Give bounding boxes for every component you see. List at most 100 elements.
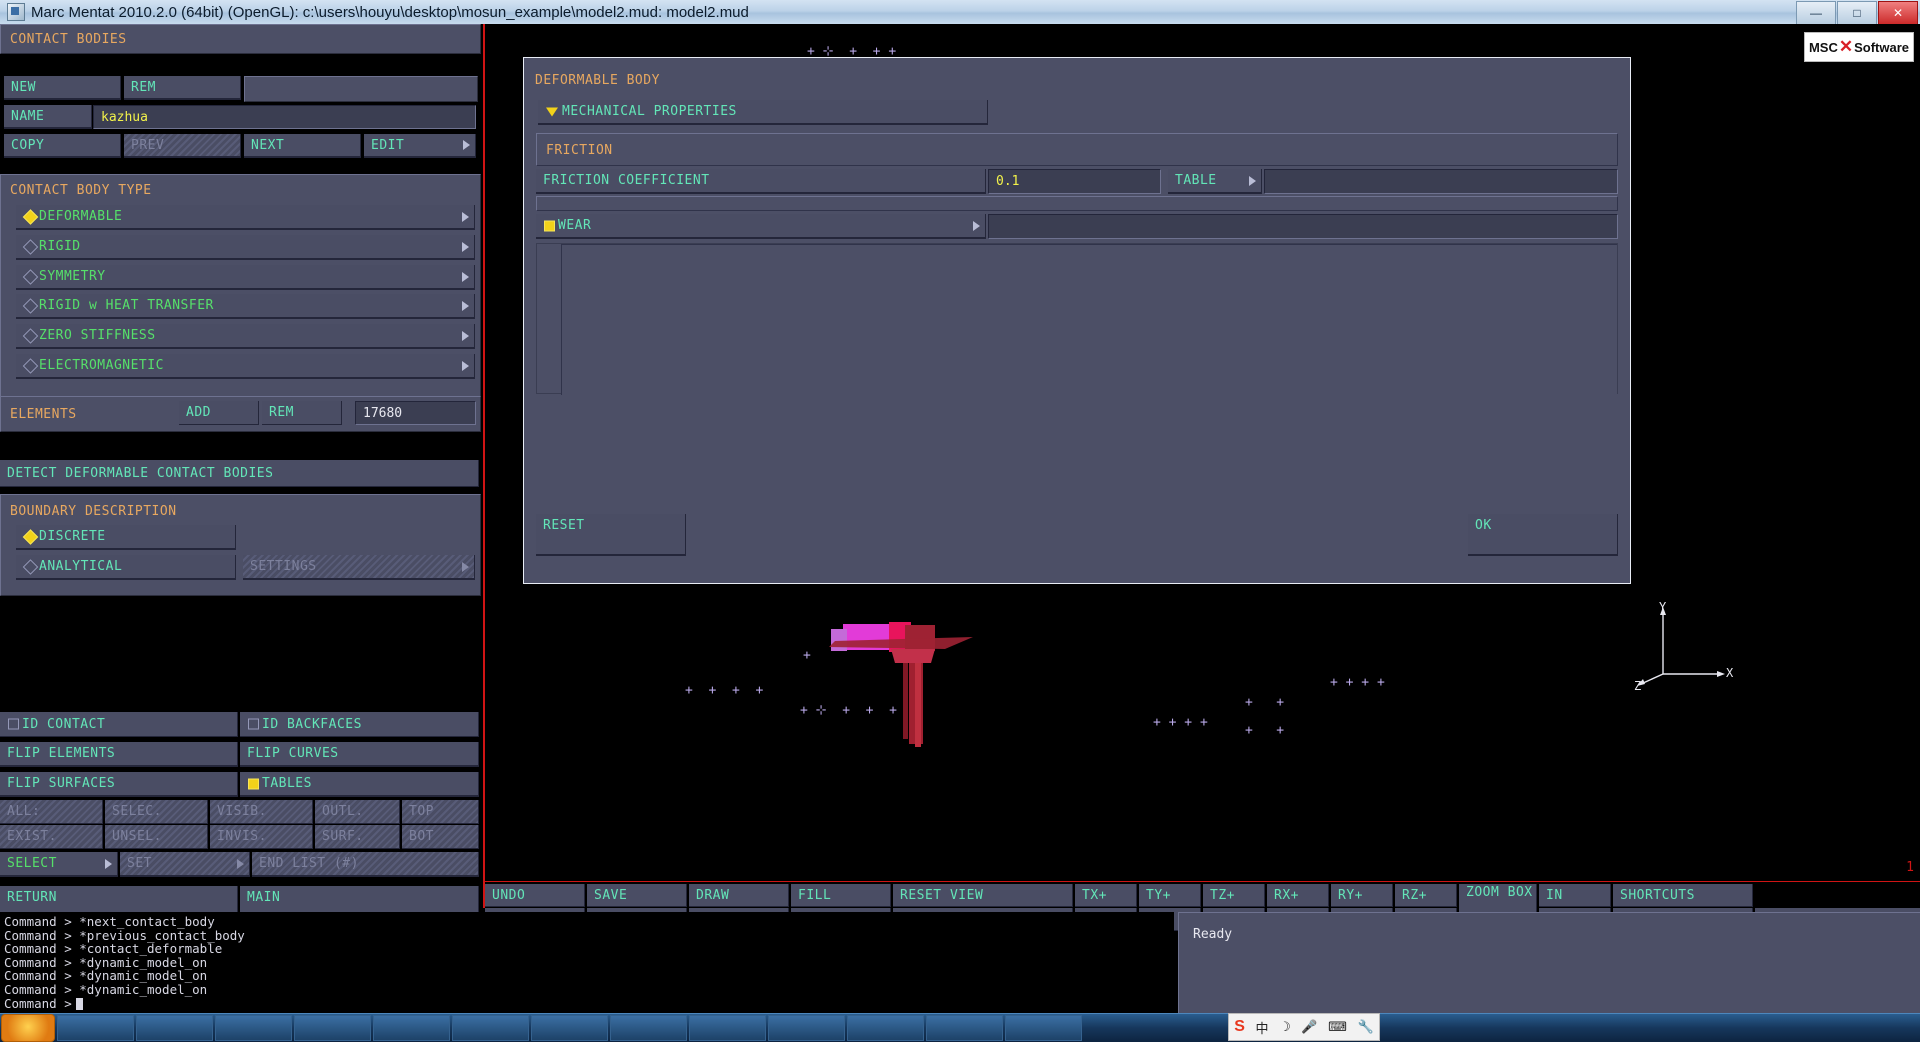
friction-coefficient-button[interactable]: FRICTION COEFFICIENT	[536, 169, 986, 194]
tables-toggle[interactable]: TABLES	[240, 772, 479, 797]
elements-count: 17680	[355, 401, 476, 425]
tables-label: TABLES	[262, 776, 312, 791]
toolbar-tz-plus-button[interactable]: TZ+	[1203, 884, 1265, 907]
ime-moon-icon[interactable]: ☽	[1279, 1019, 1291, 1035]
taskbar-item[interactable]	[294, 1015, 371, 1041]
toolbar-tx-plus-button[interactable]: TX+	[1075, 884, 1137, 907]
new-button[interactable]: NEW	[4, 76, 121, 100]
radio-deformable[interactable]: DEFORMABLE	[16, 205, 475, 230]
toolbar-ty-plus-button[interactable]: TY+	[1139, 884, 1201, 907]
radio-rigid[interactable]: RIGID	[16, 235, 475, 260]
wear-toggle[interactable]: WEAR	[536, 214, 986, 239]
radio-analytical[interactable]: ANALYTICAL	[16, 555, 236, 580]
toolbar-save-button[interactable]: SAVE	[587, 884, 687, 907]
close-button[interactable]: ✕	[1878, 1, 1918, 25]
elements-rem-button[interactable]: REM	[262, 401, 342, 425]
wear-value-input[interactable]	[988, 214, 1618, 239]
console-line: Command > *dynamic_model_on	[4, 968, 208, 984]
app-icon	[7, 3, 25, 21]
toolbar-rz-plus-button[interactable]: RZ+	[1395, 884, 1457, 907]
minimize-button[interactable]: —	[1796, 1, 1836, 25]
radio-diamond-icon	[22, 297, 39, 314]
flip-elements-button[interactable]: FLIP ELEMENTS	[0, 742, 238, 767]
toolbar-draw-button[interactable]: DRAW	[689, 884, 789, 907]
sogou-icon[interactable]: S	[1234, 1018, 1245, 1036]
ime-mic-icon[interactable]: 🎤	[1301, 1019, 1317, 1035]
taskbar-item[interactable]	[452, 1015, 529, 1041]
radio-zero-stiffness[interactable]: ZERO STIFFNESS	[16, 324, 475, 349]
radio-rigid-heat-transfer[interactable]: RIGID w HEAT TRANSFER	[16, 294, 475, 319]
chevron-right-icon	[462, 211, 469, 222]
grid-all-button: ALL:	[0, 800, 103, 824]
radio-electromagnetic[interactable]: ELECTROMAGNETIC	[16, 354, 475, 379]
taskbar-item[interactable]	[373, 1015, 450, 1041]
axis-x-label: X	[1726, 666, 1734, 680]
radio-rigid-label: RIGID	[39, 239, 81, 254]
window-titlebar[interactable]: Marc Mentat 2010.2.0 (64bit) (OpenGL): c…	[0, 0, 1920, 25]
toolbar-in-button[interactable]: IN	[1539, 884, 1611, 907]
table-button[interactable]: TABLE	[1168, 169, 1262, 194]
id-backfaces-label: ID BACKFACES	[262, 716, 362, 732]
radio-symmetry[interactable]: SYMMETRY	[16, 265, 475, 290]
edit-button[interactable]: EDIT	[364, 134, 476, 158]
grid-outl-button: OUTL.	[315, 800, 400, 824]
toolbar-fill-button[interactable]: FILL	[791, 884, 891, 907]
console-line: Command > *previous_contact_body	[4, 927, 245, 943]
id-contact-toggle[interactable]: ID CONTACT	[0, 712, 238, 737]
ok-button[interactable]: OK	[1468, 514, 1618, 556]
model-viewport[interactable]: MSC ✕ Software + ⊹ + + + + + + + + ⊹ + +…	[485, 24, 1920, 879]
rem-button[interactable]: REM	[124, 76, 241, 100]
grid-exist-button: EXIST.	[0, 825, 103, 849]
select-button[interactable]: SELECT	[0, 852, 118, 877]
taskbar-item[interactable]	[215, 1015, 292, 1041]
taskbar-item[interactable]	[610, 1015, 687, 1041]
radio-deformable-label: DEFORMABLE	[39, 209, 123, 224]
model-geometry	[829, 622, 973, 747]
radio-diamond-icon	[22, 327, 39, 344]
taskbar-item[interactable]	[689, 1015, 766, 1041]
radio-electromagnetic-label: ELECTROMAGNETIC	[39, 358, 164, 373]
properties-inner-panel	[561, 244, 1617, 395]
dialog-title: DEFORMABLE BODY	[535, 73, 660, 88]
friction-coefficient-input[interactable]: 0.1	[988, 169, 1161, 194]
taskbar-item[interactable]	[847, 1015, 924, 1041]
copy-button[interactable]: COPY	[4, 134, 121, 158]
next-button[interactable]: NEXT	[244, 134, 361, 158]
taskbar-item[interactable]	[926, 1015, 1003, 1041]
maximize-button[interactable]: □	[1837, 1, 1877, 25]
toolbar-rx-plus-button[interactable]: RX+	[1267, 884, 1329, 907]
detect-deformable-contact-bodies-button[interactable]: DETECT DEFORMABLE CONTACT BODIES	[0, 460, 479, 487]
radio-diamond-icon	[22, 558, 39, 575]
ime-tools-icon[interactable]: 🔧	[1357, 1019, 1373, 1035]
chevron-right-icon	[1249, 175, 1256, 186]
contact-bodies-header: CONTACT BODIES	[10, 32, 127, 47]
axis-triad-icon	[1637, 607, 1725, 686]
toolbar-reset-view-button[interactable]: RESET VIEW	[893, 884, 1073, 907]
radio-zero-stiffness-label: ZERO STIFFNESS	[39, 328, 156, 343]
elements-add-button[interactable]: ADD	[179, 401, 259, 425]
radio-discrete[interactable]: DISCRETE	[16, 525, 236, 550]
name-input[interactable]: kazhua	[93, 105, 476, 129]
reset-button[interactable]: RESET	[536, 514, 686, 556]
taskbar-item[interactable]	[57, 1015, 134, 1041]
id-backfaces-toggle[interactable]: ID BACKFACES	[240, 712, 479, 737]
start-button[interactable]	[1, 1014, 55, 1042]
table-value-input[interactable]	[1264, 169, 1618, 194]
chevron-right-icon	[462, 241, 469, 252]
name-button[interactable]: NAME	[4, 105, 92, 129]
application-body: CONTACT BODIES NEW REM NAME kazhua COPY …	[0, 24, 1920, 1041]
taskbar-item[interactable]	[531, 1015, 608, 1041]
toolbar-undo-button[interactable]: UNDO	[485, 884, 585, 907]
toolbar-ry-plus-button[interactable]: RY+	[1331, 884, 1393, 907]
toolbar-shortcuts-button[interactable]: SHORTCUTS	[1613, 884, 1753, 907]
taskbar-item[interactable]	[768, 1015, 845, 1041]
console-prompt-row[interactable]: Command >	[4, 996, 1174, 1011]
flip-curves-button[interactable]: FLIP CURVES	[240, 742, 479, 767]
ime-language-icon[interactable]: 中	[1256, 1018, 1269, 1037]
taskbar-item[interactable]	[1005, 1015, 1082, 1041]
ime-toolbar[interactable]: S 中 ☽ 🎤 ⌨ 🔧	[1228, 1013, 1380, 1041]
ime-keyboard-icon[interactable]: ⌨	[1328, 1019, 1347, 1035]
flip-surfaces-button[interactable]: FLIP SURFACES	[0, 772, 238, 797]
mechanical-properties-button[interactable]: MECHANICAL PROPERTIES	[538, 100, 988, 125]
taskbar-item[interactable]	[136, 1015, 213, 1041]
